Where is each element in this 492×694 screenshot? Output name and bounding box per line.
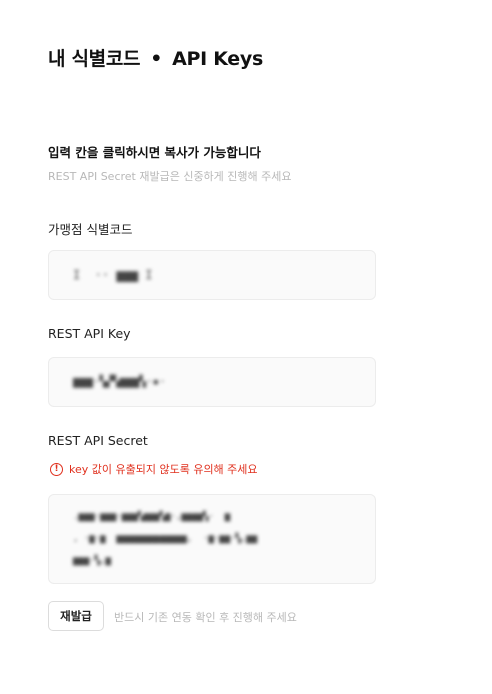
page-title-main: 내 식별코드: [48, 48, 141, 70]
copy-subnotice: REST API Secret 재발급은 신중하게 진행해 주세요: [48, 170, 292, 183]
rest-api-key-field[interactable]: ▆▆▆·▚▞▚▆▆▆▚·▪·: [48, 357, 376, 407]
page-title: 내 식별코드 • API Keys: [48, 44, 263, 71]
merchant-code-masked-value: I ·· ▆▆▆ I: [73, 268, 153, 282]
page-title-sub: API Keys: [172, 48, 263, 70]
secret-warning: ! key 값이 유출되지 않도록 유의해 주세요: [50, 461, 258, 477]
merchant-code-field[interactable]: I ·· ▆▆▆ I: [48, 250, 376, 300]
copy-notice: 입력 칸을 클릭하시면 복사가 가능합니다: [48, 145, 261, 160]
rest-api-secret-masked-value: .▆▆▆·▆▆▆·▆▆▆▚▆▆▆▚▆·,▆▆▆▆▚· ▆ , ·▆·▆ ▆▆▆▆…: [73, 512, 258, 566]
rest-api-secret-field[interactable]: .▆▆▆·▆▆▆·▆▆▆▚▆▆▆▚▆·,▆▆▆▆▚· ▆ , ·▆·▆ ▆▆▆▆…: [48, 494, 376, 584]
exclamation-circle-icon: !: [50, 462, 63, 476]
title-separator: •: [150, 48, 163, 70]
rest-api-key-label: REST API Key: [48, 326, 131, 341]
secret-warning-text: key 값이 유출되지 않도록 유의해 주세요: [69, 463, 258, 476]
reissue-note: 반드시 기존 연동 확인 후 진행해 주세요: [114, 611, 297, 624]
rest-api-secret-label: REST API Secret: [48, 433, 148, 448]
reissue-button[interactable]: 재발급: [48, 601, 104, 631]
rest-api-key-masked-value: ▆▆▆·▚▞▚▆▆▆▚·▪·: [73, 375, 166, 388]
merchant-code-label: 가맹점 식별코드: [48, 222, 133, 237]
